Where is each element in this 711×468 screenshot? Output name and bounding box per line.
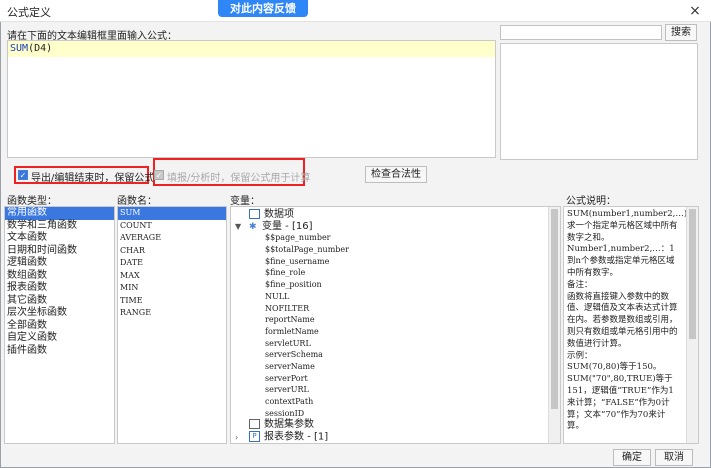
tree-row[interactable]: serverURL bbox=[265, 384, 535, 396]
list-item[interactable]: 自定义函数 bbox=[5, 332, 114, 345]
description-scrollbar[interactable] bbox=[686, 207, 698, 443]
tree-row[interactable]: contextPath bbox=[265, 396, 535, 408]
list-item[interactable]: 文本函数 bbox=[5, 232, 114, 245]
preview-panel bbox=[500, 43, 698, 160]
list-item[interactable]: 数组函数 bbox=[5, 270, 114, 283]
ok-button[interactable]: 确定 bbox=[613, 449, 651, 466]
description-line: Number1,number2,…：1到n个参数或指定单元格区域中所有数字。 bbox=[567, 244, 675, 278]
feedback-button[interactable]: 对此内容反馈 bbox=[218, 0, 308, 17]
tree-row[interactable]: ▼ ✱ 变量 - [16] bbox=[235, 221, 535, 233]
list-item[interactable]: 报表函数 bbox=[5, 282, 114, 295]
export-keep-checkbox[interactable]: ✓ bbox=[18, 170, 28, 180]
list-item[interactable]: AVERAGE bbox=[118, 232, 226, 245]
dialog-title: 公式定义 bbox=[7, 6, 51, 19]
tree-row[interactable]: serverName bbox=[265, 361, 535, 373]
list-item[interactable]: RANGE bbox=[118, 307, 226, 320]
dataset-label: 数据项 bbox=[264, 209, 294, 220]
formula-line[interactable]: SUM(D4) bbox=[8, 41, 495, 57]
list-item[interactable]: SUM bbox=[118, 207, 226, 220]
formula-argument: (D4) bbox=[28, 43, 53, 54]
tree-row[interactable]: $fine_username bbox=[265, 256, 535, 268]
description-panel: SUM(number1,number2,…)：求一个指定单元格区域中所有数字之和… bbox=[563, 206, 699, 444]
description-line: 函数将直接键入参数中的数值、逻辑值及文本表达式计算在内。若参数是数组或引用，则只… bbox=[567, 291, 678, 349]
func-type-list[interactable]: 常用函数 数学和三角函数 文本函数 日期和时间函数 逻辑函数 数组函数 报表函数… bbox=[4, 206, 115, 444]
tree-row[interactable]: servletURL bbox=[265, 338, 535, 350]
fill-keep-checkbox[interactable]: ✓ bbox=[154, 170, 164, 180]
list-item[interactable]: 逻辑函数 bbox=[5, 257, 114, 270]
variables-tree[interactable]: 数据项 ▼ ✱ 变量 - [16] $$page_number $$totalPag… bbox=[230, 206, 561, 444]
tree-row[interactable]: formletName bbox=[265, 326, 535, 338]
var-group-label: 变量 - [16] bbox=[262, 220, 313, 232]
description-line: 备注： bbox=[567, 279, 593, 290]
export-keep-label: 导出/编辑结束时，保留公式 bbox=[31, 173, 155, 184]
list-item[interactable]: CHAR bbox=[118, 245, 226, 258]
search-input[interactable] bbox=[500, 25, 662, 40]
description-line: SUM(70,80)等于150。 bbox=[567, 362, 662, 373]
table-icon bbox=[249, 209, 260, 219]
tree-row[interactable]: › P 报表参数 - [1] bbox=[235, 431, 535, 443]
title-bar bbox=[0, 0, 711, 22]
cancel-button[interactable]: 取消 bbox=[655, 449, 693, 466]
list-item[interactable]: MIN bbox=[118, 282, 226, 295]
list-item[interactable]: 插件函数 bbox=[5, 345, 114, 358]
list-item[interactable]: TIME bbox=[118, 295, 226, 308]
variable-icon: ✱ bbox=[249, 221, 257, 232]
tree-row[interactable]: NOFILTER bbox=[265, 303, 535, 315]
tree-row[interactable]: serverSchema bbox=[265, 349, 535, 361]
description-text: SUM(number1,number2,…)：求一个指定单元格区域中所有数字之和… bbox=[564, 207, 696, 435]
list-item[interactable]: DATE bbox=[118, 257, 226, 270]
description-line: 示例： bbox=[567, 350, 593, 361]
tree-row[interactable]: NULL bbox=[265, 291, 535, 303]
tree-row[interactable]: $fine_role bbox=[265, 267, 535, 279]
description-line: SUM("70",80,TRUE)等于151，逻辑值“TRUE”作为1来计算；“… bbox=[567, 374, 674, 432]
list-item[interactable]: 数学和三角函数 bbox=[5, 220, 114, 233]
fill-keep-label: 填报/分析时，保留公式用于计算 bbox=[167, 173, 311, 184]
tree-row[interactable]: sessionID bbox=[265, 408, 535, 420]
list-item[interactable]: 层次坐标函数 bbox=[5, 307, 114, 320]
tree-row[interactable]: $$totalPage_number bbox=[265, 244, 535, 256]
list-item[interactable]: MAX bbox=[118, 270, 226, 283]
tree-row[interactable]: 数据项 bbox=[235, 209, 535, 221]
list-item[interactable]: 其它函数 bbox=[5, 295, 114, 308]
var-list: $$page_number $$totalPage_number $fine_u… bbox=[235, 232, 535, 419]
tree-row[interactable]: serverPort bbox=[265, 373, 535, 385]
func-name-list[interactable]: SUM COUNT AVERAGE CHAR DATE MAX MIN TIME… bbox=[117, 206, 227, 444]
list-item[interactable]: COUNT bbox=[118, 220, 226, 233]
tree-row[interactable]: $fine_position bbox=[265, 279, 535, 291]
description-label: 公式说明： bbox=[566, 196, 616, 207]
list-item[interactable]: 常用函数 bbox=[5, 207, 114, 220]
parameter-icon: P bbox=[249, 431, 260, 443]
func-name-label: 函数名： bbox=[117, 196, 157, 207]
formula-function: SUM bbox=[10, 43, 29, 54]
scrollbar-thumb[interactable] bbox=[551, 209, 558, 409]
chevron-down-icon[interactable]: ▼ bbox=[235, 221, 249, 233]
dataset-param-icon bbox=[249, 419, 260, 430]
search-button[interactable]: 搜索 bbox=[665, 24, 697, 41]
report-param-label: 报表参数 - [1] bbox=[264, 431, 329, 443]
tree-row[interactable]: reportName bbox=[265, 314, 535, 326]
variables-scrollbar[interactable] bbox=[548, 207, 560, 443]
check-validity-button[interactable]: 检查合法性 bbox=[365, 166, 427, 183]
list-item[interactable]: 日期和时间函数 bbox=[5, 245, 114, 258]
close-icon[interactable]: × bbox=[686, 2, 704, 20]
tree-body: 数据项 ▼ ✱ 变量 - [16] $$page_number $$totalPag… bbox=[235, 209, 535, 443]
chevron-right-icon[interactable]: › bbox=[235, 432, 249, 443]
dataset-param-label: 数据集参数 bbox=[264, 419, 314, 431]
func-type-label: 函数类型： bbox=[7, 196, 57, 207]
list-item[interactable]: 全部函数 bbox=[5, 320, 114, 333]
tree-row[interactable]: 数据集参数 bbox=[235, 419, 535, 431]
description-line: SUM(number1,number2,…)：求一个指定单元格区域中所有数字之和… bbox=[567, 209, 696, 243]
formula-editor[interactable]: SUM(D4) bbox=[7, 40, 496, 158]
tree-row[interactable]: $$page_number bbox=[265, 232, 535, 244]
variables-label: 变量： bbox=[230, 196, 260, 207]
scrollbar-thumb[interactable] bbox=[689, 209, 696, 339]
